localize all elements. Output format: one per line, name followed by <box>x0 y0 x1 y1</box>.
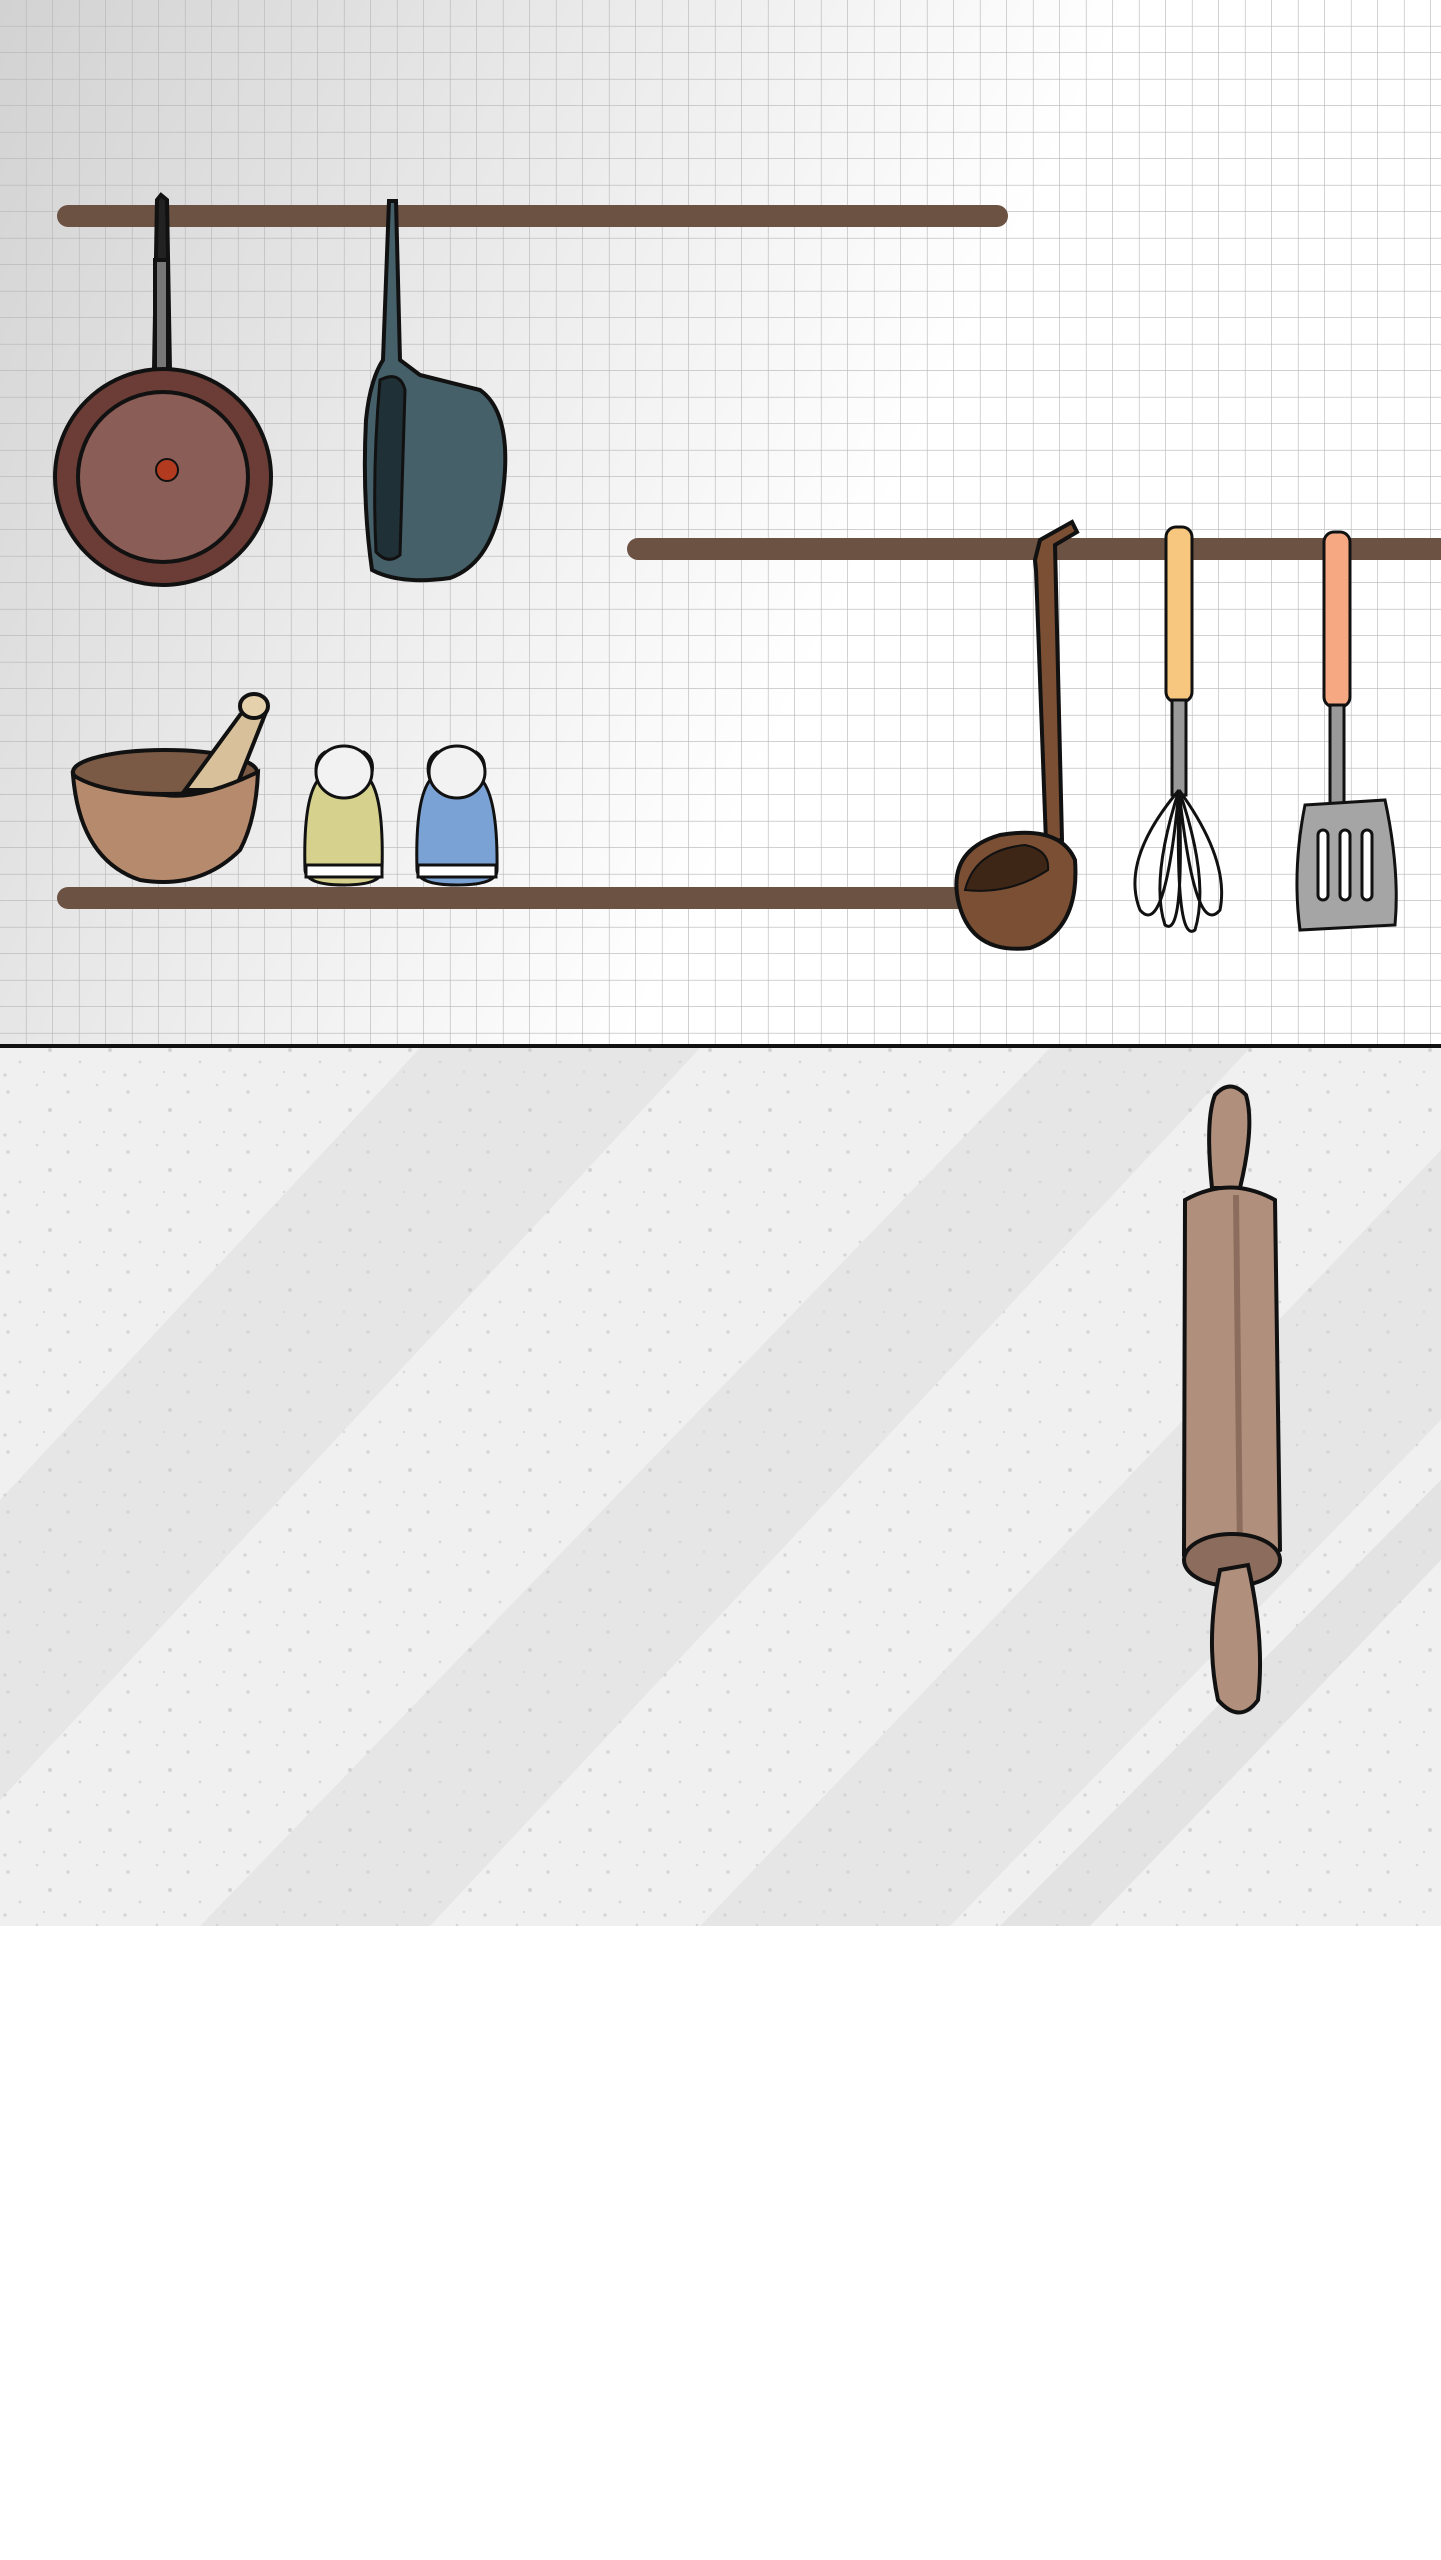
kitchen-scene <box>0 0 1441 1926</box>
top-rail <box>57 205 1008 227</box>
salt-shaker-icon[interactable] <box>303 744 384 887</box>
pepper-shaker-icon[interactable] <box>415 744 499 887</box>
bottom-shelf <box>57 887 987 909</box>
